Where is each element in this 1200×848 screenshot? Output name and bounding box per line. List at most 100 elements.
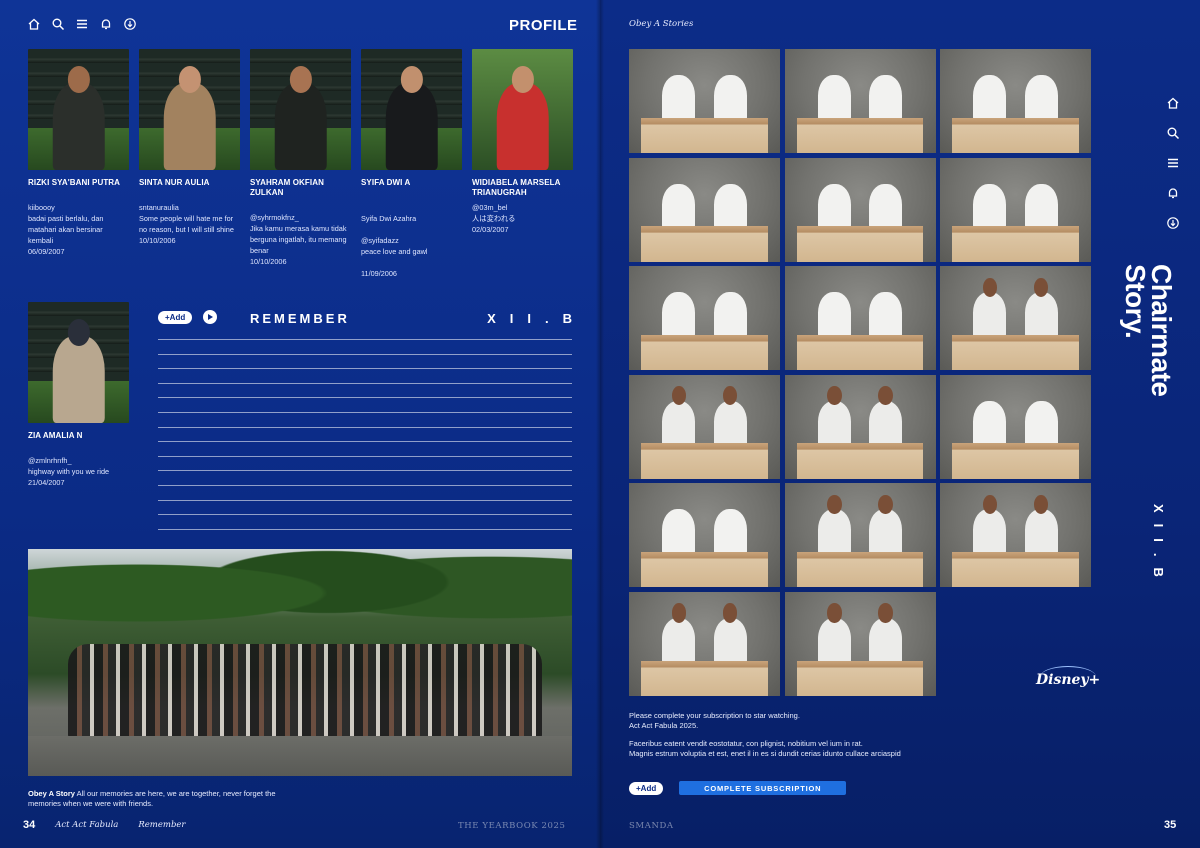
chairmate-title-text: Chairmate Story. — [1120, 264, 1177, 397]
add-button[interactable]: +Add — [158, 311, 193, 324]
chairmate-photo — [940, 266, 1091, 371]
menu-icon[interactable] — [1166, 156, 1180, 170]
profile-meta: Syifa Dwi Azahra @syifadazz peace love a… — [361, 202, 462, 290]
chairmate-photo — [940, 374, 1091, 479]
search-icon[interactable] — [1166, 126, 1180, 140]
chairmate-photo — [784, 157, 936, 262]
profile-date: 10/10/2006 — [139, 236, 176, 245]
class-vertical: XII.B — [1150, 504, 1166, 614]
profile-card: SINTA NUR AULIA sntanuraulia Some people… — [139, 49, 240, 290]
subscription-line-2: Faceribus eatent vendit eostotatur, con … — [629, 739, 901, 758]
subscription-actions: +Add COMPLETE SUBSCRIPTION — [629, 781, 847, 795]
chairmate-photo — [784, 374, 936, 479]
profile-date: 11/09/2006 — [361, 269, 397, 278]
profile-row: RIZKI SYA'BANI PUTRA kiiboooy badai past… — [28, 49, 573, 290]
profile-date: 02/03/2007 — [472, 225, 509, 234]
chairmate-photo — [784, 49, 936, 153]
class-vertical-text: XII.B — [1151, 504, 1166, 588]
yearbook-label: THE YEARBOOK 2025 — [458, 821, 566, 831]
chairmate-photo — [629, 483, 780, 588]
chairmate-photo — [940, 49, 1091, 153]
profile-meta: sntanuraulia Some people will hate me fo… — [139, 202, 240, 246]
profile-card: SYAHRAM OKFIAN ZULKAN @syhrmokfnz_ Jika … — [250, 49, 351, 290]
add-button[interactable]: +Add — [629, 781, 664, 795]
profile-handle: @03m_bel — [472, 203, 508, 212]
profile-meta: @zmlnrhnfh_ highway with you we ride 21/… — [28, 455, 129, 488]
caption-bold: Obey A Story — [28, 789, 75, 798]
profile-date: 06/09/2007 — [28, 247, 65, 256]
top-nav-icons — [27, 17, 137, 31]
school-label: SMANDA — [629, 821, 674, 831]
profile-handle: sntanuraulia — [139, 203, 179, 212]
download-icon[interactable] — [1166, 216, 1180, 230]
chairmate-title: Chairmate Story. — [1118, 264, 1177, 444]
profile-meta: kiiboooy badai pasti berlalu, dan mataha… — [28, 202, 129, 257]
profile-card: SYIFA DWI A Syifa Dwi Azahra @syifadazz … — [361, 49, 462, 290]
remember-header: +Add REMEMBER XII.B — [158, 310, 572, 326]
profile-name: SINTA NUR AULIA — [139, 178, 210, 187]
profile-card-solo: ZIA AMALIA N @zmlnrhnfh_ highway with yo… — [28, 302, 129, 488]
page-title: PROFILE — [509, 17, 578, 34]
profile-handle: @syhrmokfnz_ — [250, 213, 299, 222]
chairmate-photo — [784, 266, 936, 371]
chairmate-photo — [629, 266, 780, 371]
profile-name: WIDIABELA MARSELA TRIANUGRAH — [472, 178, 561, 197]
profile-date: 10/10/2006 — [250, 257, 287, 266]
chairmate-photo — [784, 592, 936, 696]
home-icon[interactable] — [1166, 96, 1180, 110]
profile-name: RIZKI SYA'BANI PUTRA — [28, 178, 121, 187]
profile-quote: 人は変われる — [472, 214, 516, 223]
footer-script-1: Act Act Fabula — [55, 820, 119, 830]
play-icon[interactable] — [203, 310, 217, 324]
profile-quote: @syifadazz peace love and gawl — [361, 236, 428, 256]
brand-label: Obey A Stories — [629, 19, 694, 29]
yearbook-spread: PROFILE RIZKI SYA'BANI PUTRA kiiboooy ba… — [0, 0, 1200, 848]
profile-card: WIDIABELA MARSELA TRIANUGRAH @03m_bel 人は… — [472, 49, 573, 290]
group-photo — [28, 549, 572, 776]
group-caption: Obey A Story All our memories are here, … — [28, 789, 288, 809]
profile-meta: @syhrmokfnz_ Jika kamu merasa kamu tidak… — [250, 212, 351, 267]
complete-subscription-button[interactable]: COMPLETE SUBSCRIPTION — [679, 781, 847, 795]
left-footer: 34 Act Act Fabula Remember — [23, 819, 186, 831]
download-icon[interactable] — [123, 17, 137, 31]
profile-date: 21/04/2007 — [28, 478, 65, 487]
menu-icon[interactable] — [75, 17, 89, 31]
search-icon[interactable] — [51, 17, 65, 31]
home-icon[interactable] — [27, 17, 41, 31]
profile-handle: kiiboooy — [28, 203, 55, 212]
profile-photo — [139, 49, 240, 170]
profile-quote: Some people will hate me for no reason, … — [139, 214, 234, 234]
profile-quote: Jika kamu merasa kamu tidak berguna inga… — [250, 224, 347, 255]
profile-photo — [28, 302, 129, 423]
chairmate-photo — [629, 157, 780, 262]
profile-meta: @03m_bel 人は変われる 02/03/2007 — [472, 202, 573, 235]
chairmate-photo — [940, 483, 1091, 588]
profile-photo — [250, 49, 351, 170]
profile-handle: @zmlnrhnfh_ — [28, 456, 72, 465]
chairmate-photo — [629, 49, 780, 153]
side-nav-icons — [1166, 96, 1180, 230]
profile-photo — [28, 49, 129, 170]
page-gutter — [596, 0, 604, 848]
profile-card: RIZKI SYA'BANI PUTRA kiiboooy badai past… — [28, 49, 129, 290]
profile-photo — [361, 49, 462, 170]
writing-lines — [158, 339, 572, 543]
profile-name: SYIFA DWI A — [361, 178, 411, 187]
class-title: XII.B — [487, 311, 586, 326]
chairmate-photo — [940, 157, 1091, 262]
page-number-right: 35 — [1164, 819, 1177, 831]
disney-logo: Disney+ — [1036, 666, 1100, 688]
footer-script-2: Remember — [138, 820, 186, 830]
chairmate-photo — [629, 592, 780, 696]
subscription-text: Please complete your subscription to sta… — [629, 711, 959, 759]
chairmate-photo — [784, 483, 936, 588]
profile-handle: Syifa Dwi Azahra — [361, 214, 417, 223]
bell-icon[interactable] — [99, 17, 113, 31]
subscription-line-1: Please complete your subscription to sta… — [629, 711, 800, 730]
page-number-left: 34 — [23, 819, 36, 831]
profile-photo — [472, 49, 573, 170]
remember-title: REMEMBER — [250, 311, 350, 326]
profile-quote: highway with you we ride — [28, 467, 110, 476]
chairmate-photo — [629, 374, 780, 479]
bell-icon[interactable] — [1166, 186, 1180, 200]
